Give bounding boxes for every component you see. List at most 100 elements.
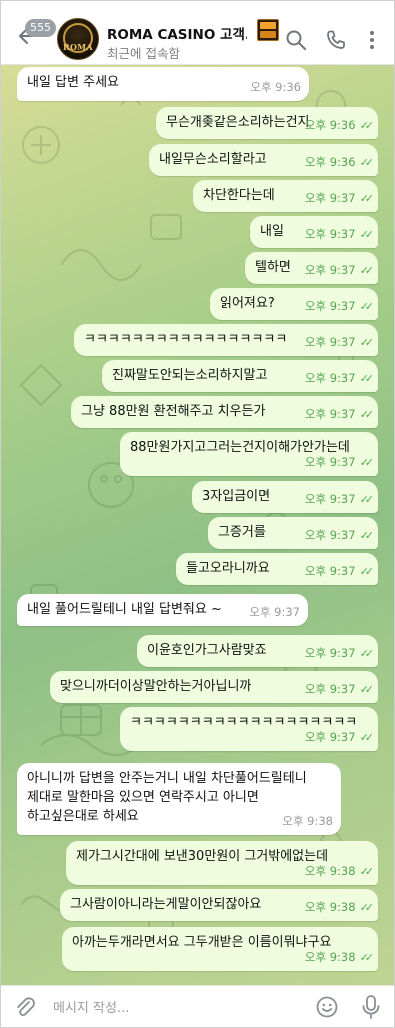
message-timestamp: 오후 9:37 [304, 191, 356, 205]
outgoing-message-bubble[interactable]: 무슨개좆같은소리하는건지 오후 9:36 ✓✓ [156, 107, 378, 139]
voice-record-button[interactable] [360, 994, 382, 1020]
phone-icon [327, 30, 345, 49]
outgoing-message-bubble[interactable]: 이윤호인가그사람맞죠 오후 9:37 ✓✓ [137, 635, 378, 667]
incoming-message-bubble[interactable]: 아니니까 답변을 안주는거니 내일 차단풀어드릴테니 제대로 말한마음 있으면 … [17, 763, 341, 835]
message-time: 오후 9:38 ✓✓ [304, 862, 374, 881]
unread-count-badge: 555 [25, 19, 56, 37]
double-check-icon: ✓✓ [359, 300, 375, 313]
paperclip-icon [17, 997, 35, 1016]
composer-bar [1, 985, 394, 1027]
message-time: 오후 9:37 ✓✓ [304, 644, 375, 663]
incoming-message-bubble[interactable]: 내일 풀어드릴테니 내일 답변줘요 ~ 오후 9:37 [17, 594, 308, 626]
message-timestamp: 오후 9:37 [304, 492, 356, 506]
message-timestamp: 오후 9:37 [304, 646, 356, 660]
double-check-icon: ✓✓ [359, 456, 375, 469]
message-timestamp: 오후 9:37 [304, 407, 356, 421]
message-timestamp: 오후 9:37 [304, 682, 356, 696]
avatar[interactable]: ROMA [57, 18, 99, 60]
more-vertical-icon [370, 31, 374, 49]
message-timestamp: 오후 9:37 [304, 263, 356, 277]
outgoing-message-bubble[interactable]: ㅋㅋㅋㅋㅋㅋㅋㅋㅋㅋㅋㅋㅋㅋㅋㅋㅋㅋㅋ 오후 9:37 ✓✓ [120, 707, 378, 751]
outgoing-message-bubble[interactable]: 그사람이아니라는게말이안되잖아요 오후 9:38 ✓✓ [60, 889, 378, 921]
call-button[interactable] [325, 29, 347, 51]
message-time: 오후 9:37 ✓✓ [304, 333, 375, 352]
outgoing-message-bubble[interactable]: 88만원가지고그러는건지이해가안가는데 오후 9:37 ✓✓ [120, 432, 378, 476]
message-timestamp: 오후 9:37 [304, 227, 356, 241]
outgoing-message-bubble[interactable]: 3자입금이면 오후 9:37 ✓✓ [192, 481, 378, 513]
emoji-button[interactable] [315, 995, 339, 1019]
double-check-icon: ✓✓ [359, 156, 375, 169]
more-menu-button[interactable] [361, 29, 383, 51]
message-time: 오후 9:38 [282, 812, 333, 831]
message-timestamp: 오후 9:36 [250, 80, 301, 94]
outgoing-message-bubble[interactable]: 그냥 88만원 환전해주고 치우든가 오후 9:37 ✓✓ [71, 396, 378, 428]
brand-sticker-icon [257, 19, 279, 41]
message-timestamp: 오후 9:37 [304, 335, 356, 349]
double-check-icon: ✓✓ [359, 529, 375, 542]
outgoing-message-bubble[interactable]: 들고오라니까요 오후 9:37 ✓✓ [176, 553, 378, 585]
message-time: 오후 9:37 ✓✓ [304, 405, 375, 424]
outgoing-message-bubble[interactable]: 진짜말도안되는소리하지말고 오후 9:37 ✓✓ [102, 360, 378, 392]
search-button[interactable] [285, 29, 307, 51]
message-input[interactable] [53, 996, 293, 1020]
message-timestamp: 오후 9:38 [282, 814, 333, 828]
message-time: 오후 9:37 ✓✓ [304, 225, 375, 244]
chat-area[interactable]: 내일 답변 주세요 오후 9:36 무슨개좆같은소리하는건지 오후 9:36 ✓✓ 내일무… [1, 65, 394, 985]
microphone-icon [362, 995, 380, 1019]
outgoing-message-bubble[interactable]: ㅋㅋㅋㅋㅋㅋㅋㅋㅋㅋㅋㅋㅋㅋㅋㅋㅋ 오후 9:37 ✓✓ [74, 324, 378, 356]
message-timestamp: 오후 9:37 [304, 528, 356, 542]
outgoing-message-bubble[interactable]: 읽어져요? 오후 9:37 ✓✓ [210, 288, 378, 320]
message-time: 오후 9:36 ✓✓ [304, 153, 375, 172]
message-timestamp: 오후 9:37 [304, 299, 356, 313]
chat-header: 555 ROMA ROMA CASINO 고객... 최근에 접속함 [1, 1, 394, 65]
double-check-icon: ✓✓ [359, 647, 375, 660]
outgoing-message-bubble[interactable]: 제가그시간대에 보낸30만원이 그거밖에없는데 오후 9:38 ✓✓ [66, 841, 378, 885]
double-check-icon: ✓✓ [359, 192, 375, 205]
message-time: 오후 9:37 ✓✓ [304, 728, 375, 747]
message-time: 오후 9:37 ✓✓ [304, 562, 375, 581]
message-timestamp: 오후 9:37 [304, 730, 356, 744]
outgoing-message-bubble[interactable]: 내일무슨소리할라고 오후 9:36 ✓✓ [149, 144, 378, 176]
message-time: 오후 9:37 ✓✓ [304, 189, 375, 208]
message-timestamp: 오후 9:36 [304, 118, 356, 132]
message-time: 오후 9:37 ✓✓ [304, 297, 375, 316]
incoming-message-bubble[interactable]: 내일 답변 주세요 오후 9:36 [17, 67, 309, 101]
outgoing-message-bubble[interactable]: 그증거를 오후 9:37 ✓✓ [208, 517, 378, 549]
attach-button[interactable] [13, 995, 37, 1019]
double-check-icon: ✓✓ [359, 119, 375, 132]
double-check-icon: ✓✓ [359, 228, 375, 241]
message-time: 오후 9:37 ✓✓ [304, 526, 375, 545]
outgoing-message-bubble[interactable]: 맞으니까더이상말안하는거아닙니까 오후 9:37 ✓✓ [50, 671, 378, 703]
double-check-icon: ✓✓ [359, 493, 375, 506]
outgoing-message-bubble[interactable]: 아까는두개라면서요 그두개받은 이름이뭐냐구요 오후 9:38 ✓✓ [62, 927, 378, 971]
message-timestamp: 오후 9:36 [304, 155, 356, 169]
message-timestamp: 오후 9:37 [304, 564, 356, 578]
double-check-icon: ✓✓ [359, 372, 375, 385]
message-time: 오후 9:38 ✓✓ [304, 948, 375, 967]
message-time: 오후 9:37 ✓✓ [304, 490, 375, 509]
double-check-icon: ✓✓ [359, 264, 375, 277]
outgoing-message-bubble[interactable]: 내일 오후 9:37 ✓✓ [250, 216, 378, 248]
telegram-window: 555 ROMA ROMA CASINO 고객... 최근에 접속함 내일 답변… [0, 0, 395, 1028]
outgoing-message-bubble[interactable]: 텔하면 오후 9:37 ✓✓ [245, 252, 378, 284]
chat-title[interactable]: ROMA CASINO 고객... [107, 23, 247, 43]
message-time: 오후 9:37 ✓✓ [304, 680, 375, 699]
message-time: 오후 9:37 ✓✓ [304, 369, 375, 388]
message-time: 오후 9:37 ✓✓ [304, 453, 375, 472]
double-check-icon: ✓✓ [359, 731, 375, 744]
outgoing-message-bubble[interactable]: 차단한다는데 오후 9:37 ✓✓ [193, 180, 378, 212]
double-check-icon: ✓✓ [359, 683, 375, 696]
message-timestamp: 오후 9:37 [304, 371, 356, 385]
smile-icon [316, 996, 338, 1018]
double-check-icon: ✓✓ [359, 565, 375, 578]
double-check-icon: ✓✓ [359, 408, 375, 421]
double-check-icon: ✓✓ [359, 901, 375, 914]
message-time: 오후 9:36 ✓✓ [304, 116, 375, 135]
chat-status: 최근에 접속함 [107, 46, 180, 61]
message-timestamp: 오후 9:38 [304, 864, 356, 878]
double-check-icon: ✓✓ [359, 951, 375, 964]
avatar-logo-text: ROMA [63, 42, 93, 52]
message-timestamp: 오후 9:38 [304, 950, 356, 964]
message-timestamp: 오후 9:37 [304, 455, 356, 469]
double-check-icon: ✓✓ [359, 336, 375, 349]
